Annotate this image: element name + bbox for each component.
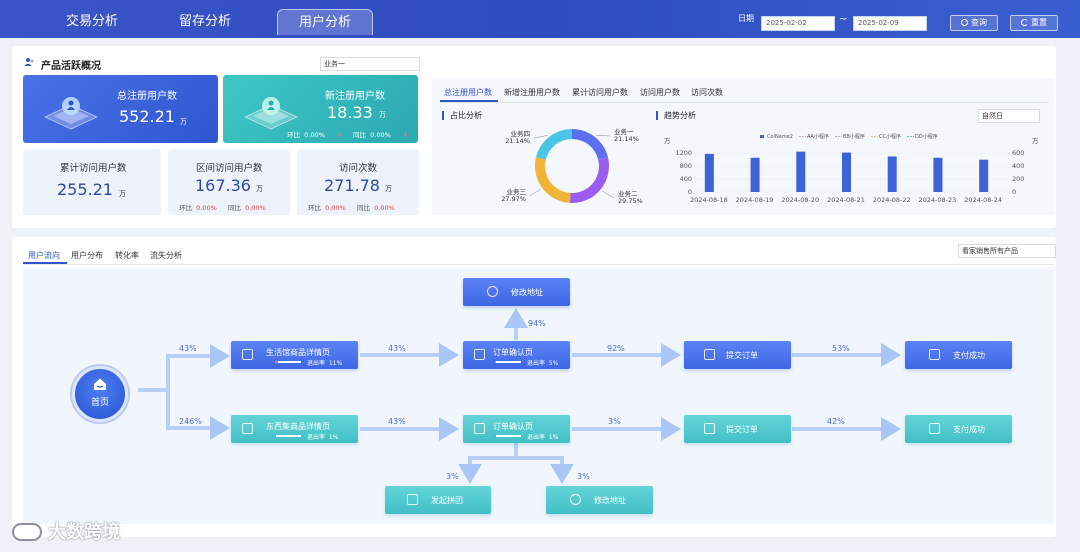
node-payment-success-a[interactable]: 支付成功 (905, 341, 1012, 369)
pct-b1-to-b2: 43% (388, 417, 406, 426)
pct-a2-to-top: 94% (528, 319, 546, 328)
pct-b3-to-b4: 42% (827, 417, 845, 426)
watermark-logo: 大数跨境 (12, 518, 120, 544)
node-label: 订单确认页 (493, 422, 533, 431)
node-modify-address-top[interactable]: 修改地址 (463, 278, 570, 306)
node-label: 提交订单 (726, 351, 758, 360)
pct-b2-to-c2: 3% (577, 472, 590, 481)
exit-rate-bar (275, 435, 301, 437)
grid-icon (242, 423, 253, 434)
location-icon (487, 286, 498, 297)
pct-home-to-b1: 246% (179, 417, 202, 426)
exit-rate-bar (495, 435, 521, 437)
page-icon (242, 349, 253, 360)
node-start-group-buy[interactable]: 发起拼团 (385, 486, 491, 514)
home-node[interactable]: 首页 (72, 366, 128, 422)
node-lifestyle-product-detail[interactable]: 生活馆商品详情页 退出率 11% (231, 341, 358, 369)
node-modify-address-bottom[interactable]: 修改地址 (546, 486, 653, 514)
page-icon (474, 423, 485, 434)
group-icon (407, 494, 418, 505)
node-order-confirm-b[interactable]: 订单确认页 退出率 1% (463, 415, 570, 443)
pct-b2-to-b3: 3% (608, 417, 621, 426)
order-icon (704, 349, 715, 360)
exit-rate-bar (495, 361, 521, 363)
location-icon (570, 494, 581, 505)
node-label: 提交订单 (726, 425, 758, 434)
node-label: 修改地址 (511, 288, 543, 297)
flow-connectors (138, 308, 901, 484)
node-order-confirm-a[interactable]: 订单确认页 退出率 5% (463, 341, 570, 369)
node-label: 发起拼团 (431, 496, 463, 505)
page-icon (474, 349, 485, 360)
node-label: 修改地址 (594, 496, 626, 505)
pct-b2-to-c1: 3% (446, 472, 459, 481)
pct-a3-to-a4: 53% (832, 344, 850, 353)
node-label: 东西集商品详情页 (266, 422, 330, 431)
node-payment-success-b[interactable]: 支付成功 (905, 415, 1012, 443)
home-label: 首页 (90, 398, 109, 408)
pct-a1-to-a2: 43% (388, 344, 406, 353)
node-submit-order-a[interactable]: 提交订单 (684, 341, 791, 369)
exit-rate: 退出率 5% (527, 360, 559, 367)
node-label: 订单确认页 (493, 348, 533, 357)
order-icon (704, 423, 715, 434)
pct-home-to-a1: 43% (179, 344, 197, 353)
watermark-icon (12, 523, 42, 541)
payment-icon (929, 423, 940, 434)
exit-rate: 退出率 1% (527, 434, 559, 441)
exit-rate: 退出率 11% (307, 360, 343, 367)
payment-icon (929, 349, 940, 360)
node-submit-order-b[interactable]: 提交订单 (684, 415, 791, 443)
node-label: 生活馆商品详情页 (266, 348, 330, 357)
node-label: 支付成功 (953, 351, 985, 360)
pct-a2-to-a3: 92% (607, 344, 625, 353)
exit-rate: 退出率 1% (307, 434, 339, 441)
node-label: 支付成功 (953, 425, 985, 434)
node-dongxiji-product-detail[interactable]: 东西集商品详情页 退出率 1% (231, 415, 358, 443)
exit-rate-bar (275, 361, 301, 363)
home-icon (94, 378, 106, 390)
